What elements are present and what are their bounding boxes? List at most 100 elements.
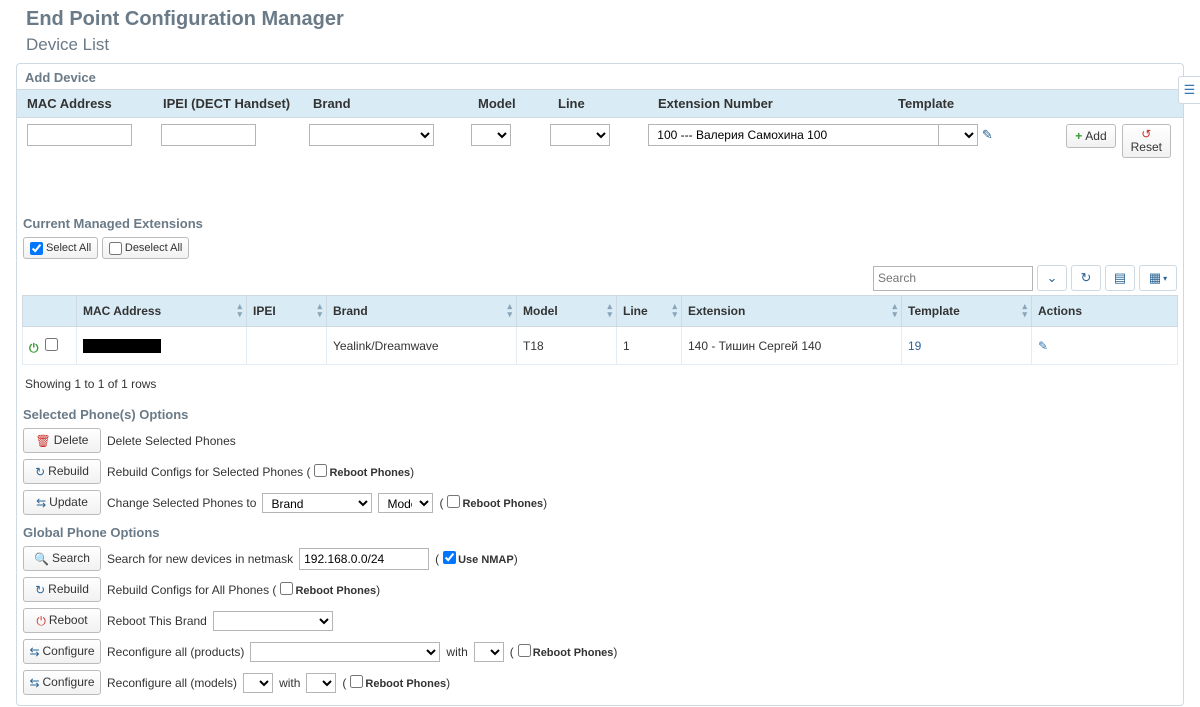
sort-icon: ▴▾ — [317, 302, 322, 318]
refresh-icon: ↻ — [1081, 270, 1092, 286]
col-header-line: Line — [558, 96, 658, 111]
select-all-checkbox[interactable] — [30, 242, 43, 255]
th-ext[interactable]: Extension▴▾ — [682, 296, 902, 327]
power-icon: ⏻ — [29, 341, 39, 355]
trash-icon: 🗑 — [36, 433, 51, 449]
reboot-brand-button[interactable]: ⏻Reboot — [23, 608, 101, 633]
add-device-input-row: 100 --- Валерия Самохина 100 ✎ +Add ↺Res… — [17, 118, 1183, 168]
template-select[interactable] — [938, 124, 978, 146]
page-title: End Point Configuration Manager — [26, 8, 1192, 31]
delete-description: Delete Selected Phones — [107, 434, 236, 448]
model-select[interactable] — [471, 124, 511, 146]
brand-select[interactable] — [309, 124, 434, 146]
row-select-checkbox[interactable] — [45, 338, 58, 351]
th-template[interactable]: Template▴▾ — [902, 296, 1032, 327]
mac-input[interactable] — [27, 124, 132, 146]
th-ipei[interactable]: IPEI▴▾ — [247, 296, 327, 327]
table-row: ⏻ Yealink/Dreamwave T18 1 140 - Тишин Се… — [23, 327, 1178, 365]
managed-heading: Current Managed Extensions — [23, 216, 1183, 231]
plus-icon: + — [1075, 129, 1082, 143]
reconf-products-select[interactable] — [250, 642, 440, 662]
sort-icon: ▴▾ — [607, 302, 612, 318]
update-model-select[interactable]: Model — [378, 493, 433, 513]
sort-icon: ▴▾ — [672, 302, 677, 318]
th-model[interactable]: Model▴▾ — [517, 296, 617, 327]
grid-icon: ▦ — [1149, 270, 1161, 286]
toolbar-columns-button[interactable]: ▦▾ — [1139, 265, 1177, 291]
search-description: Search for new devices in netmask — [107, 552, 293, 566]
edit-template-icon[interactable]: ✎ — [982, 127, 993, 143]
list-icon: ▤ — [1114, 270, 1126, 286]
power-icon: ⏻ — [36, 613, 46, 629]
reconf-models-with-select[interactable] — [306, 673, 336, 693]
reconf-products-label: Reconfigure all (products) — [107, 645, 244, 659]
reconf-models-select[interactable] — [243, 673, 273, 693]
sort-icon: ▴▾ — [892, 302, 897, 318]
col-header-brand: Brand — [313, 96, 478, 111]
deselect-all-button[interactable]: Deselect All — [102, 237, 189, 259]
col-header-mac: MAC Address — [23, 96, 163, 111]
th-mac[interactable]: MAC Address▴▾ — [77, 296, 247, 327]
col-header-ext: Extension Number — [658, 96, 898, 111]
global-options-heading: Global Phone Options — [23, 525, 1183, 540]
update-description: Change Selected Phones to — [107, 496, 256, 510]
toolbar-toggle-button[interactable]: ▤ — [1105, 265, 1135, 291]
table-showing-text: Showing 1 to 1 of 1 rows — [25, 377, 1183, 391]
line-select[interactable] — [550, 124, 610, 146]
reboot-phones-checkbox-3[interactable] — [280, 582, 293, 595]
refresh-icon: ↻ — [35, 582, 45, 598]
reboot-brand-select[interactable] — [213, 611, 333, 631]
reboot-phones-checkbox-1[interactable] — [314, 464, 327, 477]
shuffle-icon: ⇆ — [36, 495, 46, 511]
ipei-input[interactable] — [161, 124, 256, 146]
reset-icon: ↺ — [1141, 127, 1151, 141]
add-device-header-row: MAC Address IPEI (DECT Handset) Brand Mo… — [17, 89, 1183, 118]
delete-button[interactable]: 🗑Delete — [23, 428, 101, 453]
add-button[interactable]: +Add — [1066, 124, 1115, 148]
select-all-button[interactable]: Select All — [23, 237, 98, 259]
rebuild-all-button[interactable]: ↻Rebuild — [23, 577, 101, 602]
shuffle-icon: ⇆ — [29, 675, 39, 691]
th-line[interactable]: Line▴▾ — [617, 296, 682, 327]
sort-icon: ▴▾ — [1022, 302, 1027, 318]
th-brand[interactable]: Brand▴▾ — [327, 296, 517, 327]
reconf-products-with-select[interactable] — [474, 642, 504, 662]
cell-ext: 140 - Тишин Сергей 140 — [682, 327, 902, 365]
extensions-table: MAC Address▴▾ IPEI▴▾ Brand▴▾ Model▴▾ Lin… — [22, 295, 1178, 365]
shuffle-icon: ⇆ — [29, 644, 39, 660]
reboot-phones-checkbox-4[interactable] — [518, 644, 531, 657]
th-actions: Actions — [1032, 296, 1178, 327]
use-nmap-checkbox[interactable] — [443, 551, 456, 564]
reconf-models-label: Reconfigure all (models) — [107, 676, 237, 690]
cell-model: T18 — [517, 327, 617, 365]
col-header-ipei: IPEI (DECT Handset) — [163, 96, 313, 111]
search-icon: 🔍 — [34, 551, 49, 567]
update-brand-select[interactable]: Brand — [262, 493, 372, 513]
table-search-input[interactable] — [873, 266, 1033, 291]
menu-icon: ☰ — [1184, 82, 1196, 98]
col-header-model: Model — [478, 96, 558, 111]
toolbar-expand-button[interactable]: ⌄ — [1037, 265, 1067, 291]
selected-options-heading: Selected Phone(s) Options — [23, 407, 1183, 422]
cell-line: 1 — [617, 327, 682, 365]
add-device-heading: Add Device — [17, 64, 1183, 89]
update-button[interactable]: ⇆Update — [23, 490, 101, 515]
netmask-input[interactable] — [299, 548, 429, 570]
configure-models-button[interactable]: ⇆Configure — [23, 670, 101, 695]
sidebar-toggle[interactable]: ☰ — [1178, 76, 1200, 104]
deselect-all-checkbox[interactable] — [109, 242, 122, 255]
search-devices-button[interactable]: 🔍Search — [23, 546, 101, 571]
page-subtitle: Device List — [26, 35, 1192, 55]
reboot-phones-checkbox-2[interactable] — [447, 495, 460, 508]
toolbar-refresh-button[interactable]: ↻ — [1071, 265, 1101, 291]
configure-products-button[interactable]: ⇆Configure — [23, 639, 101, 664]
rebuild-selected-button[interactable]: ↻Rebuild — [23, 459, 101, 484]
edit-row-icon[interactable]: ✎ — [1038, 339, 1048, 353]
cell-brand: Yealink/Dreamwave — [327, 327, 517, 365]
reboot-phones-checkbox-5[interactable] — [350, 675, 363, 688]
reset-button[interactable]: ↺Reset — [1122, 124, 1171, 158]
sort-icon: ▴▾ — [237, 302, 242, 318]
sort-icon: ▴▾ — [507, 302, 512, 318]
reboot-description: Reboot This Brand — [107, 614, 207, 628]
main-panel: Add Device MAC Address IPEI (DECT Handse… — [16, 63, 1184, 706]
